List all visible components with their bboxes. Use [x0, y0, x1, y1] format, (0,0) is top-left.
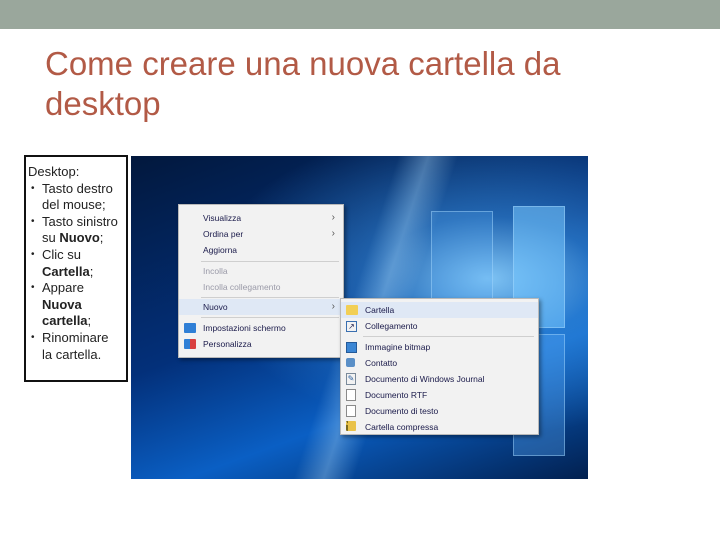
contact-icon [346, 358, 355, 367]
step-item: Clic su Cartella; [28, 247, 122, 280]
text-document-icon [346, 405, 356, 417]
rtf-document-icon [346, 389, 356, 401]
submenu-item-documento-di-testo[interactable]: Documento di testo [341, 403, 538, 419]
instructions-list: Tasto destro del mouse; Tasto sinistro s… [28, 181, 122, 364]
display-settings-icon [184, 323, 196, 333]
journal-icon: ✎ [346, 373, 356, 385]
menu-separator [363, 336, 534, 337]
step-item: Appare Nuova cartella; [28, 280, 122, 330]
submenu-item-cartella-compressa[interactable]: Cartella compressa [341, 419, 538, 435]
menu-item-incolla: Incolla [203, 266, 228, 276]
bitmap-icon [346, 342, 357, 353]
top-bar [0, 0, 720, 29]
menu-item-aggiorna[interactable]: Aggiorna [179, 242, 343, 258]
folder-icon [346, 305, 358, 315]
step-item: Rinominare la cartella. [28, 330, 122, 363]
submenu-item-immagine-bitmap[interactable]: Immagine bitmap [341, 339, 538, 355]
shortcut-icon: ↗ [346, 321, 357, 332]
instructions-box: Desktop: Tasto destro del mouse; Tasto s… [24, 155, 128, 382]
chevron-right-icon: › [331, 301, 335, 312]
menu-item-personalizza[interactable]: Personalizza [179, 336, 343, 352]
slide-title: Come creare una nuova cartella da deskto… [45, 45, 561, 122]
desktop-context-menu: Visualizza › Ordina per › Aggiorna Incol… [178, 204, 344, 358]
menu-item-ordina-per[interactable]: Ordina per › [179, 226, 343, 242]
personalize-icon [184, 339, 196, 349]
step-item: Tasto sinistro su Nuovo; [28, 214, 122, 247]
menu-separator [201, 261, 339, 262]
menu-separator [201, 317, 339, 318]
menu-item-nuovo[interactable]: Nuovo › [179, 299, 343, 315]
step-item: Tasto destro del mouse; [28, 181, 122, 214]
submenu-item-collegamento[interactable]: ↗ Collegamento [341, 318, 538, 334]
desktop-screenshot: Visualizza › Ordina per › Aggiorna Incol… [131, 156, 588, 479]
menu-item-visualizza[interactable]: Visualizza › [179, 210, 343, 226]
new-submenu: Cartella ↗ Collegamento Immagine bitmap … [340, 298, 539, 435]
submenu-item-documento-rtf[interactable]: Documento RTF [341, 387, 538, 403]
menu-item-impostazioni-schermo[interactable]: Impostazioni schermo [179, 320, 343, 336]
submenu-item-windows-journal[interactable]: ✎ Documento di Windows Journal [341, 371, 538, 387]
menu-item-incolla-collegamento: Incolla collegamento [203, 282, 281, 292]
chevron-right-icon: › [331, 228, 335, 239]
chevron-right-icon: › [331, 212, 335, 223]
instructions-heading: Desktop: [28, 164, 80, 179]
menu-separator [201, 297, 339, 298]
zip-folder-icon [346, 421, 356, 431]
submenu-item-cartella[interactable]: Cartella [341, 302, 538, 318]
submenu-item-contatto[interactable]: Contatto [341, 355, 538, 371]
